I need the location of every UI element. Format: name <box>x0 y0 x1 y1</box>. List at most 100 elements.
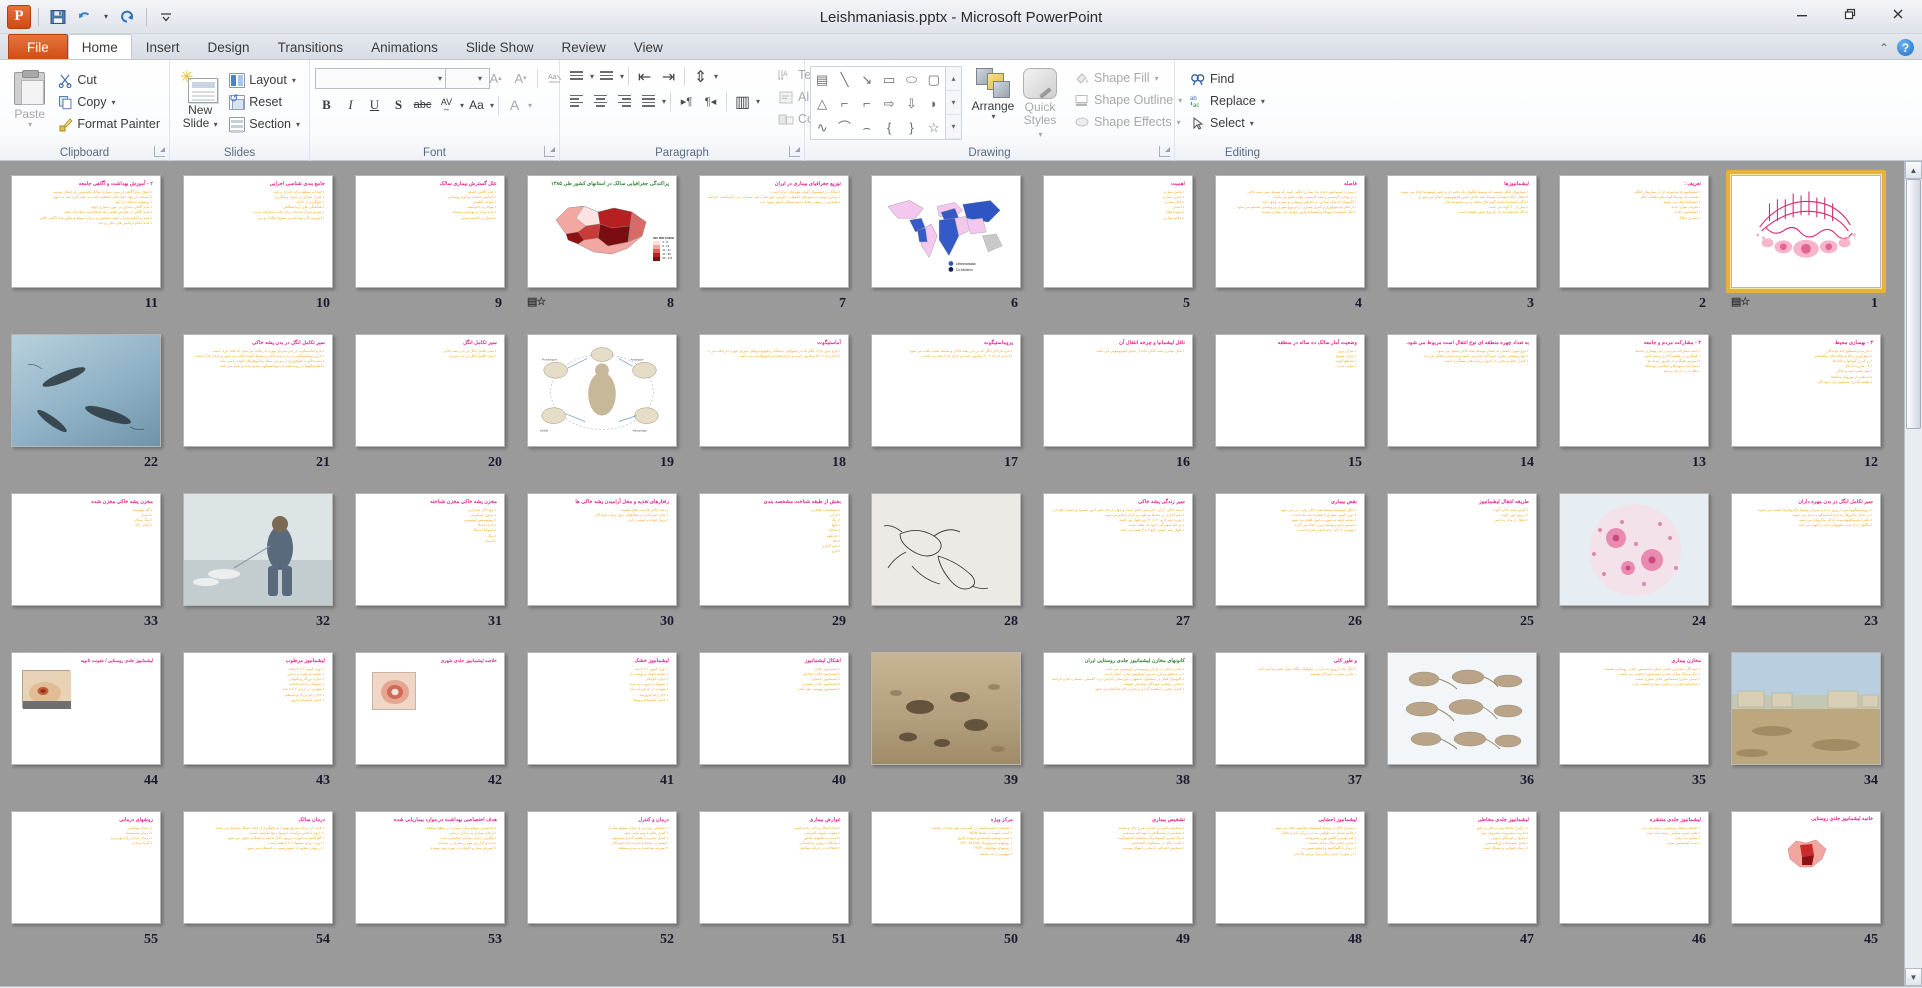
slide-preview[interactable]: درمان سالک هدف از درمان تسریع بهبودی و ج… <box>183 811 333 924</box>
bullets-button[interactable] <box>565 66 588 87</box>
slide-thumbnail-47[interactable]: لیشمانیوز جلدی مخاطی درگیری مخاط بینی و … <box>1376 806 1548 948</box>
columns-caret-icon[interactable]: ▾ <box>756 97 760 106</box>
shapes-grid[interactable]: ▤ ╲ ↘ ▭ ⬭ ▢ △ ⌐ ⌐ ⇨ ⇩ ◗ ∿ ⌒ ⌢ {} ☆ <box>810 66 946 140</box>
arrange-button[interactable]: Arrange ▾ <box>971 66 1015 124</box>
slide-thumb-frame[interactable]: لیشمانیوز جلدی روستایی / عفونت ثانویه <box>6 647 166 770</box>
slide-thumb-frame[interactable]: مخزن پشه خاکی مخزن شده گله هوشمندانسانسگ… <box>6 488 166 611</box>
font-name-input[interactable] <box>315 67 452 89</box>
slide-preview[interactable] <box>871 493 1021 606</box>
bullets-caret-icon[interactable]: ▾ <box>590 72 594 81</box>
shapes-gallery-scroll[interactable]: ▴ ▾ ▾ <box>946 66 962 140</box>
slide-thumbnail-12[interactable]: ۳ - بهسازی محیط تخریب و تسطیح لانه جوندگ… <box>1720 329 1892 471</box>
slide-thumbnail-9[interactable]: علل گسترش بیماری سالک عدم آگاهی جامعهافز… <box>344 170 516 312</box>
slide-thumbnail-5[interactable]: اهمیت عامل بیماریمخزن بیماریناقل بیماریا… <box>1032 170 1204 312</box>
slide-thumbnail-42[interactable]: خلاصه لیشمانیوز جلدی شهری 42 <box>344 647 516 789</box>
close-button[interactable] <box>1874 0 1922 28</box>
slide-preview[interactable]: علل گسترش بیماری سالک عدم آگاهی جامعهافز… <box>355 175 505 288</box>
align-right-button[interactable] <box>613 91 636 112</box>
slide-thumb-frame[interactable]: سیر تکامل انگل سیر تکامل انگل در بدن پشه… <box>350 329 510 452</box>
slide-thumb-frame[interactable] <box>178 488 338 611</box>
slide-thumbnail-21[interactable]: سیر تکامل انگل در بدن پشه خاکی فرم آماست… <box>172 329 344 471</box>
slide-preview[interactable]: ۳ - بهسازی محیط تخریب و تسطیح لانه جوندگ… <box>1731 334 1881 447</box>
change-case-button[interactable]: Aa <box>465 94 488 116</box>
slide-thumbnail-28[interactable]: 28 <box>860 488 1032 630</box>
slide-thumb-frame[interactable]: تعریف : لیشمانیوز ها مجموعه ای از بیماری… <box>1554 170 1714 293</box>
undo-icon[interactable] <box>73 5 97 29</box>
slide-preview[interactable]: سیر تکامل انگل در بدن پشه خاکی فرم آماست… <box>183 334 333 447</box>
minimize-button[interactable] <box>1778 0 1826 28</box>
slide-preview[interactable]: ۴ - مشارکت مردم و جامعه جلب مشارکت مردم … <box>1559 334 1709 447</box>
scrollbar-thumb[interactable] <box>1906 179 1921 429</box>
numbering-button[interactable] <box>595 66 618 87</box>
slide-thumbnail-13[interactable]: ۴ - مشارکت مردم و جامعه جلب مشارکت مردم … <box>1548 329 1720 471</box>
italic-button[interactable]: I <box>339 94 362 116</box>
reset-button[interactable]: Reset <box>225 91 304 113</box>
font-color-button[interactable]: A <box>503 94 526 116</box>
increase-indent-button[interactable]: ⇥ <box>657 66 680 87</box>
decrease-indent-button[interactable]: ⇤ <box>633 66 656 87</box>
slide-thumbnail-50[interactable]: مرکز ویژه مشاهده جسم لیشمن در گسترش تهیه… <box>860 806 1032 948</box>
slide-thumbnail-7[interactable]: توزیع جغرافیای بیماری در ایران سالک در ق… <box>688 170 860 312</box>
slide-thumb-frame[interactable]: طریقه انتقال لیشمانیوز گزش پشه خاکی آلود… <box>1382 488 1542 611</box>
arrange-caret-icon[interactable]: ▾ <box>991 112 995 122</box>
replace-button[interactable]: ab ac Replace ▾ <box>1186 90 1269 112</box>
align-left-button[interactable] <box>565 91 588 112</box>
font-color-caret-icon[interactable]: ▾ <box>528 101 532 110</box>
slide-thumbnail-15[interactable]: وضعیت آمار سالک ده ساله در منطقه میزان ب… <box>1204 329 1376 471</box>
slide-thumb-frame[interactable]: روشهای درمانی درمان موضعیدرمان سیستمیکدر… <box>6 806 166 929</box>
numbering-caret-icon[interactable]: ▾ <box>620 72 624 81</box>
strikethrough-button[interactable]: abc <box>411 94 434 116</box>
slide-thumbnail-30[interactable]: رفتارهای تغذیه و محل آرامیدن پشه خاکی ها… <box>516 488 688 630</box>
slide-thumb-frame[interactable]: تشخیص بیماری تشخیص بالینی بر اساس شرح حا… <box>1038 806 1198 929</box>
increase-font-size-button[interactable]: A ▴ <box>484 67 507 89</box>
slide-thumb-frame[interactable]: نقض بیماری انگل لیشمانیا توسط پشه خاکی و… <box>1210 488 1370 611</box>
slide-preview[interactable]: مخزن پشه خاکی مخزن شده گله هوشمندانسانسگ… <box>11 493 161 606</box>
slide-preview[interactable]: لیشمانیوز احشایی بیماری کالاآزار توسط لی… <box>1215 811 1365 924</box>
slide-preview[interactable]: مخزن پشه خاکی مخزن شناخته جوندگان صحرایی… <box>355 493 505 606</box>
shapes-more-icon[interactable]: ▾ <box>946 115 961 139</box>
tab-file[interactable]: File <box>8 34 68 59</box>
slide-thumbnail-25[interactable]: طریقه انتقال لیشمانیوز گزش پشه خاکی آلود… <box>1376 488 1548 630</box>
tab-review[interactable]: Review <box>547 34 619 59</box>
slide-preview[interactable]: مخازن بیماری جوندگان صحرایی مخزن اصلی لی… <box>1559 652 1709 765</box>
slide-thumb-frame[interactable]: به تعداد چهره منطقه ای نوع انتقال است مر… <box>1382 329 1542 452</box>
tab-home[interactable]: Home <box>67 34 132 59</box>
slide-sorter-area[interactable]: ۲ - آموزش بهداشت و آگاهی جامعه انتقال پی… <box>0 161 1922 986</box>
shape-outline-button[interactable]: Shape Outline ▾ <box>1070 89 1186 111</box>
redo-icon[interactable] <box>115 5 139 29</box>
slide-thumb-frame[interactable]: مرکز ویژه مشاهده جسم لیشمن در گسترش تهیه… <box>866 806 1026 929</box>
slide-thumb-frame[interactable]: فاصله بیماری لیشمانیوز جلدی یک بیماری ان… <box>1210 170 1370 293</box>
slide-thumb-frame[interactable]: سیر تکامل انگل در بدن پشه خاکی فرم آماست… <box>178 329 338 452</box>
slide-thumbnail-26[interactable]: نقض بیماری انگل لیشمانیا توسط پشه خاکی و… <box>1204 488 1376 630</box>
slide-thumbnail-24[interactable]: 24 <box>1548 488 1720 630</box>
slide-thumbnail-39[interactable]: 39 <box>860 647 1032 789</box>
slide-thumbnail-29[interactable]: بخش از طبقه شناخت مشخصه بندی مشخصات ظاهر… <box>688 488 860 630</box>
slide-thumbnail-31[interactable]: مخزن پشه خاکی مخزن شناخته جوندگان صحرایی… <box>344 488 516 630</box>
slide-preview[interactable]: سیر زندگی پشه خاکی پشه خاکی دارای دگردیس… <box>1043 493 1193 606</box>
slide-preview[interactable]: خاتمه لیشمانیوز جلدی روستایی <box>1731 811 1881 924</box>
font-dialog-launcher[interactable] <box>544 146 555 157</box>
slide-thumbnail-4[interactable]: فاصله بیماری لیشمانیوز جلدی یک بیماری ان… <box>1204 170 1376 312</box>
slide-thumbnail-55[interactable]: روشهای درمانی درمان موضعیدرمان سیستمیکدر… <box>0 806 172 948</box>
slide-thumb-frame[interactable]: خاتمه لیشمانیوز جلدی روستایی <box>1726 806 1886 929</box>
slide-preview[interactable]: لیشمانیوزها بیماریهای انگلی هستند که توس… <box>1387 175 1537 288</box>
line-spacing-caret-icon[interactable]: ▾ <box>714 72 718 81</box>
window-controls[interactable] <box>1778 0 1922 34</box>
slide-thumbnail-37[interactable]: و طور کلی انگل بعد از ورود به بدن در سلو… <box>1204 647 1376 789</box>
restore-button[interactable] <box>1826 0 1874 28</box>
shape-fill-caret-icon[interactable]: ▾ <box>1155 74 1159 83</box>
slide-preview[interactable]: ناقل لیشمانیا و چرخه انتقال آن ناقل بیما… <box>1043 334 1193 447</box>
customize-qat-icon[interactable] <box>154 5 178 29</box>
slide-thumb-frame[interactable] <box>1554 488 1714 611</box>
slide-thumbnail-16[interactable]: ناقل لیشمانیا و چرخه انتقال آن ناقل بیما… <box>1032 329 1204 471</box>
scrollbar-track[interactable] <box>1905 179 1922 968</box>
slide-thumb-frame[interactable]: هدف اختصاصی بهداشت در موارد بیماریابی شد… <box>350 806 510 929</box>
slide-preview[interactable]: وضعیت آمار سالک ده ساله در منطقه میزان ب… <box>1215 334 1365 447</box>
rtl-direction-button[interactable]: ¶◂ <box>699 91 722 112</box>
font-name-caret-icon[interactable]: ▾ <box>438 74 442 83</box>
slide-thumb-frame[interactable]: علل گسترش بیماری سالک عدم آگاهی جامعهافز… <box>350 170 510 293</box>
slide-preview[interactable]: تشخیص بیماری تشخیص بالینی بر اساس شرح حا… <box>1043 811 1193 924</box>
slide-thumb-frame[interactable]: ناقل لیشمانیا و چرخه انتقال آن ناقل بیما… <box>1038 329 1198 452</box>
slide-thumb-frame[interactable]: آماستیگوت فرم بدون تاژک انگل که در سلوله… <box>694 329 854 452</box>
slide-thumbnail-23[interactable]: سیر تکامل انگل در بدن مهره داران پروماست… <box>1720 488 1892 630</box>
